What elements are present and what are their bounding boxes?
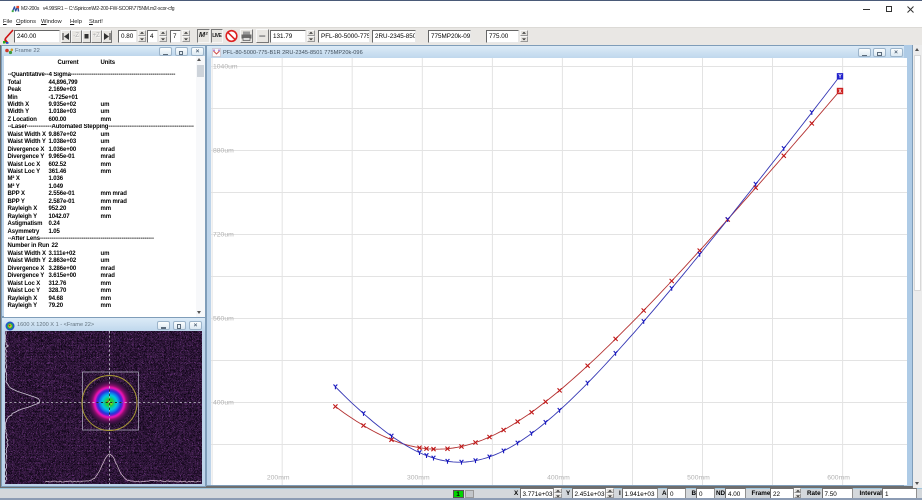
svg-text:720um: 720um [213,231,234,238]
svg-text:400um: 400um [213,399,234,406]
svg-text:500mm: 500mm [687,474,710,481]
svg-text:200mm: 200mm [266,474,289,481]
svg-text:600mm: 600mm [827,474,850,481]
svg-text:300mm: 300mm [406,474,429,481]
svg-text:1040um: 1040um [213,63,238,70]
svg-text:560um: 560um [213,315,234,322]
svg-text:400mm: 400mm [547,474,570,481]
svg-text:880um: 880um [213,147,234,154]
